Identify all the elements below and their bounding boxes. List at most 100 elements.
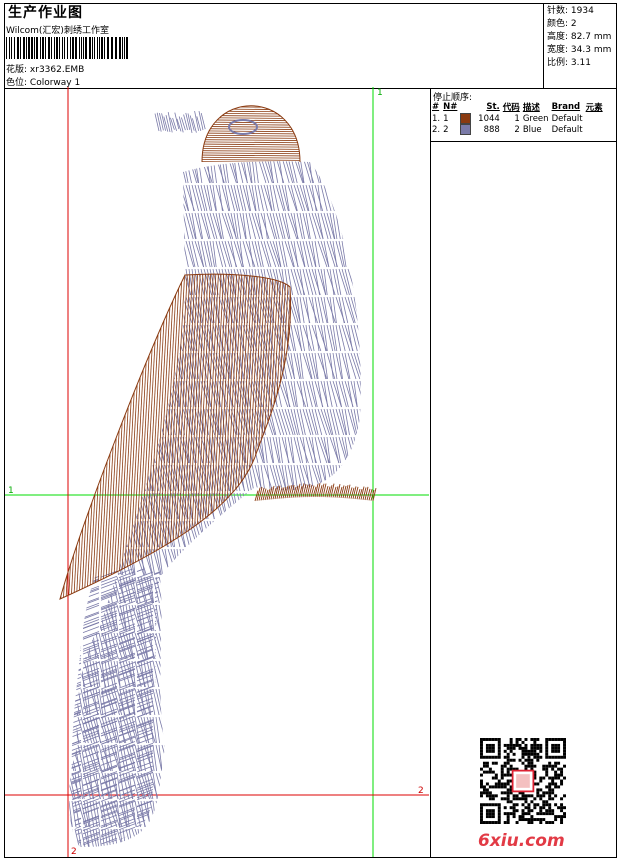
body-stitch xyxy=(254,716,264,744)
tail-stitch xyxy=(154,763,160,770)
body-stitch xyxy=(353,324,361,352)
qr-cell xyxy=(503,749,507,753)
qr-cell xyxy=(506,815,510,819)
body-stitch xyxy=(113,408,119,436)
body-stitch xyxy=(101,324,111,352)
row-brand: Default xyxy=(551,113,583,124)
body-stitch xyxy=(125,296,133,324)
qr-cell xyxy=(551,755,555,759)
qr-cell xyxy=(554,749,558,753)
qr-cell xyxy=(503,743,507,747)
qr-cell xyxy=(551,779,555,783)
body-stitch xyxy=(63,185,66,211)
qr-cell xyxy=(563,812,566,816)
body-stitch xyxy=(266,660,275,688)
body-stitch xyxy=(122,828,128,847)
qr-cell xyxy=(554,785,558,789)
body-stitch xyxy=(384,521,389,547)
body-stitch xyxy=(161,604,172,632)
body-stitch xyxy=(350,520,357,548)
body-stitch xyxy=(74,408,79,436)
body-stitch xyxy=(236,184,244,212)
body-stitch xyxy=(179,800,189,828)
body-stitch xyxy=(332,744,338,772)
body-stitch xyxy=(257,716,264,744)
body-stitch xyxy=(369,605,372,631)
tail-stitch xyxy=(71,822,82,830)
body-stitch xyxy=(257,604,264,632)
head-stitch xyxy=(195,93,305,94)
body-stitch xyxy=(74,436,83,464)
body-stitch xyxy=(155,464,164,492)
body-stitch xyxy=(158,161,166,184)
qr-cell xyxy=(533,743,537,747)
body-stitch xyxy=(378,297,381,323)
row-stitches: 888 xyxy=(483,124,500,135)
body-stitch xyxy=(366,465,373,491)
tail-stitch xyxy=(71,668,82,676)
qr-cell xyxy=(542,791,546,795)
qr-cell xyxy=(530,809,534,813)
body-stitch xyxy=(149,184,157,212)
body-stitch xyxy=(326,576,334,604)
qr-cell xyxy=(551,743,555,747)
body-stitch xyxy=(296,828,307,847)
body-stitch xyxy=(302,800,307,828)
qr-cell xyxy=(500,776,504,780)
body-stitch xyxy=(98,828,103,847)
body-stitch xyxy=(206,604,216,632)
head-stitch xyxy=(195,98,305,99)
qr-cell xyxy=(548,782,552,786)
body-stitch xyxy=(224,520,233,548)
body-stitch xyxy=(272,576,278,604)
body-stitch xyxy=(353,240,361,268)
body-stitch xyxy=(344,240,353,268)
body-stitch xyxy=(197,828,202,847)
body-stitch xyxy=(269,800,275,828)
body-stitch xyxy=(54,353,62,379)
body-stitch xyxy=(236,576,246,604)
qr-cell xyxy=(503,761,507,765)
qr-cell xyxy=(524,794,528,798)
qr-cell xyxy=(482,803,486,807)
body-stitch xyxy=(381,269,390,295)
body-stitch xyxy=(182,576,189,604)
body-stitch xyxy=(83,408,93,436)
tail-stitch xyxy=(154,655,160,662)
stat-value: 3.11 xyxy=(570,58,591,68)
tail-stitch xyxy=(71,832,82,840)
body-stitch xyxy=(182,548,187,576)
body-stitch xyxy=(51,381,56,407)
body-stitch xyxy=(245,548,250,576)
body-stitch xyxy=(227,660,233,688)
body-stitch xyxy=(326,604,336,632)
body-stitch xyxy=(161,632,167,660)
body-stitch xyxy=(110,408,116,436)
body-stitch xyxy=(152,184,163,212)
qr-cell xyxy=(491,815,495,819)
qr-cell xyxy=(482,791,486,795)
body-stitch xyxy=(378,521,384,547)
tail-stitch xyxy=(154,752,160,760)
body-stitch xyxy=(278,744,286,772)
body-stitch xyxy=(51,241,58,267)
body-stitch xyxy=(359,212,361,240)
qr-cell xyxy=(554,770,558,774)
body-stitch xyxy=(45,269,52,295)
body-stitch xyxy=(332,800,339,828)
barcode-bar xyxy=(104,37,105,59)
qr-cell xyxy=(506,779,510,783)
body-stitch xyxy=(326,828,336,847)
tail-stitch xyxy=(82,592,100,600)
tail-stitch xyxy=(82,757,100,765)
body-stitch xyxy=(233,604,239,632)
body-stitch xyxy=(185,604,191,632)
body-stitch xyxy=(314,688,320,716)
body-stitch xyxy=(372,829,375,855)
qr-cell xyxy=(521,749,525,753)
qr-cell xyxy=(524,812,528,816)
qr-cell xyxy=(533,738,537,741)
body-stitch xyxy=(332,828,342,847)
body-stitch xyxy=(347,800,358,828)
body-stitch xyxy=(77,212,88,240)
